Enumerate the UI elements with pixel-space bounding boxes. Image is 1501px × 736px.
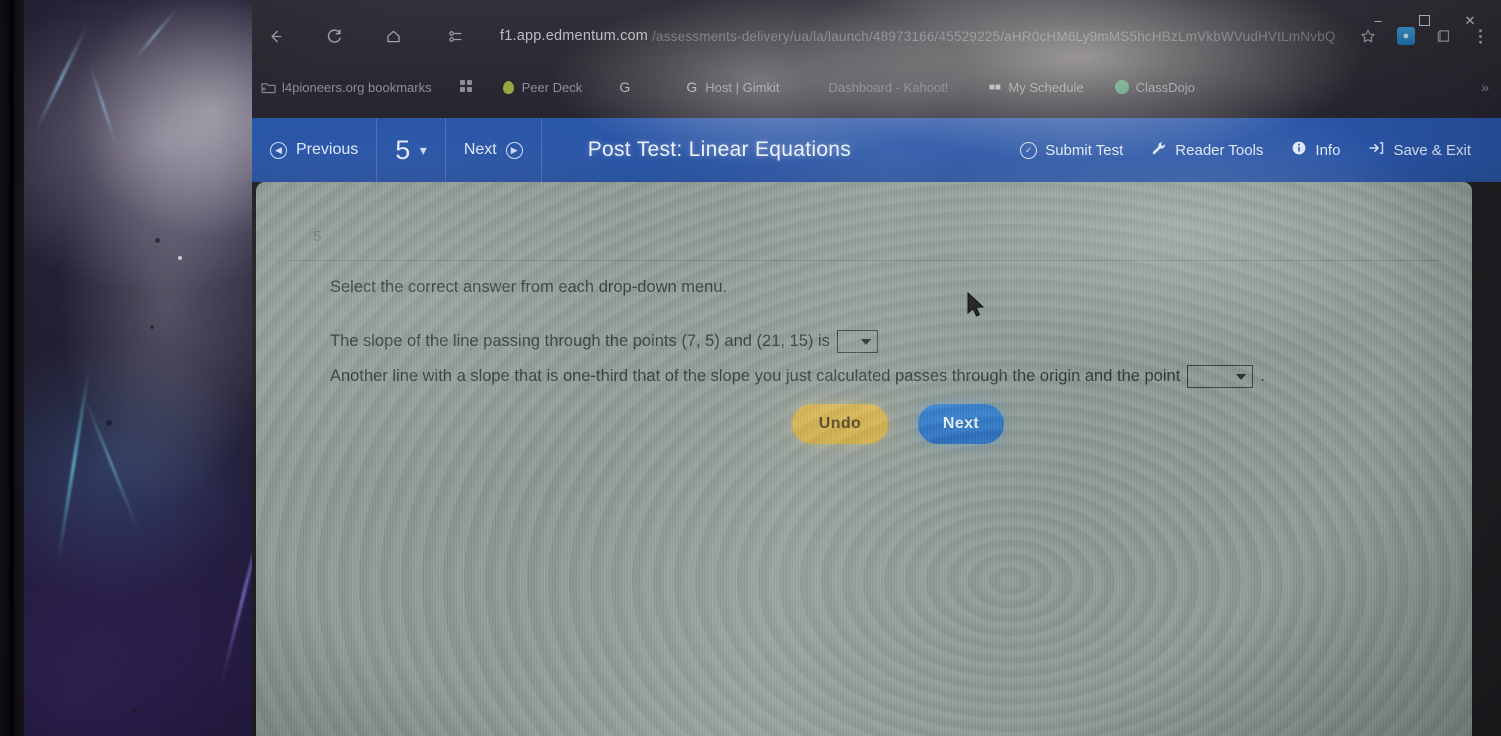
check-circle-icon: ✓	[1020, 141, 1038, 159]
assessment-header: ◀ Previous 5 ▾ Next ▶ Post Test: Linear …	[252, 118, 1501, 182]
submit-test-button[interactable]: ✓ Submit Test	[1006, 118, 1137, 182]
previous-label: Previous	[296, 141, 359, 158]
google-g-icon: G	[686, 79, 698, 95]
bookmarks-overflow-button[interactable]: »	[1481, 79, 1501, 95]
question-number-label: 5	[313, 228, 322, 245]
next-label: Next	[463, 141, 497, 158]
chevron-down-icon	[860, 338, 871, 345]
reader-tools-button[interactable]: Reader Tools	[1137, 118, 1277, 182]
bookmark-google[interactable]: G	[591, 75, 658, 99]
bookmark-label: ClassDojo	[1135, 79, 1195, 95]
dust-speck	[132, 708, 137, 713]
minimize-button[interactable]: –	[1355, 6, 1401, 34]
assessment-tools: ✓ Submit Test Reader Tools Info Save & E…	[1006, 118, 1501, 182]
folder-icon	[261, 80, 276, 95]
bookmark-gimkit[interactable]: G Host | Gimkit	[658, 75, 788, 99]
circle-left-arrow-icon: ◀	[270, 141, 287, 159]
close-button[interactable]: ✕	[1447, 6, 1493, 34]
divider	[290, 260, 1440, 261]
bookmark-label: Dashboard - Kahoot!	[828, 79, 949, 95]
dust-speck	[150, 325, 154, 329]
maximize-button[interactable]	[1401, 6, 1447, 34]
monitor-bezel-edge	[9, 0, 14, 736]
next-button[interactable]: Next	[918, 404, 1004, 444]
question-line-2-text: Another line with a slope that is one-th…	[330, 367, 1181, 385]
bookmark-label: Peer Deck	[521, 79, 583, 95]
current-question-number: 5	[395, 134, 411, 165]
wrench-icon	[1151, 140, 1167, 160]
classdojo-icon	[1115, 80, 1130, 95]
moire-overlay	[256, 182, 1472, 736]
home-icon[interactable]	[370, 19, 416, 53]
info-circle-icon	[1291, 140, 1307, 160]
window-controls: – ✕	[1355, 6, 1493, 34]
previous-button[interactable]: ◀ Previous	[252, 118, 378, 182]
bookmark-folder-l4pioneers[interactable]: l4pioneers.org bookmarks	[252, 75, 441, 99]
bookmark-label: Host | Gimkit	[705, 79, 780, 95]
next-button-header[interactable]: Next ▶	[446, 118, 542, 182]
circle-right-arrow-icon: ▶	[505, 141, 523, 159]
question-instruction: Select the correct answer from each drop…	[330, 278, 728, 296]
bookmark-my-schedule[interactable]: ■■ My Schedule	[957, 75, 1092, 99]
reader-tools-label: Reader Tools	[1175, 141, 1264, 159]
question-line-1-text: The slope of the line passing through th…	[330, 332, 830, 350]
question-number-dropdown[interactable]: 5 ▾	[377, 118, 446, 182]
dust-speck	[106, 420, 112, 426]
question-line-2-period: .	[1260, 367, 1265, 385]
chevron-down-icon: ▾	[419, 141, 427, 158]
reload-icon[interactable]	[298, 19, 370, 53]
back-arrow-icon[interactable]	[252, 19, 298, 53]
exit-arrow-icon	[1368, 140, 1385, 160]
apps-grid-icon	[459, 79, 474, 95]
question-panel: 5 Select the correct answer from each dr…	[256, 182, 1472, 736]
bookmarks-bar: l4pioneers.org bookmarks Peer Deck G G H…	[252, 70, 1501, 104]
save-and-exit-label: Save & Exit	[1393, 141, 1471, 159]
bookmark-apps-grid[interactable]	[441, 75, 492, 99]
bookmark-label: l4pioneers.org bookmarks	[282, 79, 432, 95]
google-g-icon: G	[619, 79, 631, 95]
bookmark-classdojo[interactable]: ClassDojo	[1093, 75, 1204, 99]
answer-dropdown-1[interactable]	[836, 330, 878, 353]
answer-dropdown-2[interactable]	[1187, 365, 1254, 388]
bookmark-label: My Schedule	[1008, 79, 1084, 95]
undo-button[interactable]: Undo	[792, 404, 888, 444]
assessment-nav: ◀ Previous 5 ▾ Next ▶ Post Test: Linear …	[252, 118, 851, 182]
schedule-icon: ■■	[988, 81, 1001, 93]
monitor-photo: – ✕ f1.app.edmentum.com /assessments-del…	[0, 0, 1501, 736]
page-title: Post Test: Linear Equations	[587, 138, 852, 161]
submit-test-label: Submit Test	[1045, 141, 1124, 159]
address-bar-path: /assessments-delivery/ua/la/launch/48973…	[652, 28, 1336, 44]
bookmark-kahoot[interactable]: Dashboard - Kahoot!	[788, 75, 957, 99]
question-line-1: The slope of the line passing through th…	[330, 330, 885, 353]
address-bar-host: f1.app.edmentum.com	[500, 28, 649, 44]
bookmark-peer-deck[interactable]: Peer Deck	[492, 75, 592, 99]
chevron-down-icon	[1236, 373, 1247, 380]
pear-deck-icon	[501, 80, 516, 95]
address-bar[interactable]: f1.app.edmentum.com /assessments-deliver…	[494, 21, 1351, 51]
moire-overlay-2	[256, 182, 1472, 736]
question-line-2: Another line with a slope that is one-th…	[330, 365, 1265, 388]
dust-speck	[178, 256, 182, 260]
split-screen-icon[interactable]	[416, 19, 494, 53]
save-and-exit-button[interactable]: Save & Exit	[1354, 118, 1485, 182]
dust-speck	[155, 238, 160, 243]
info-label: Info	[1315, 141, 1341, 159]
info-button[interactable]: Info	[1277, 118, 1354, 182]
browser-toolbar: f1.app.edmentum.com /assessments-deliver…	[252, 14, 1501, 58]
question-actions: Undo Next	[792, 404, 1004, 444]
